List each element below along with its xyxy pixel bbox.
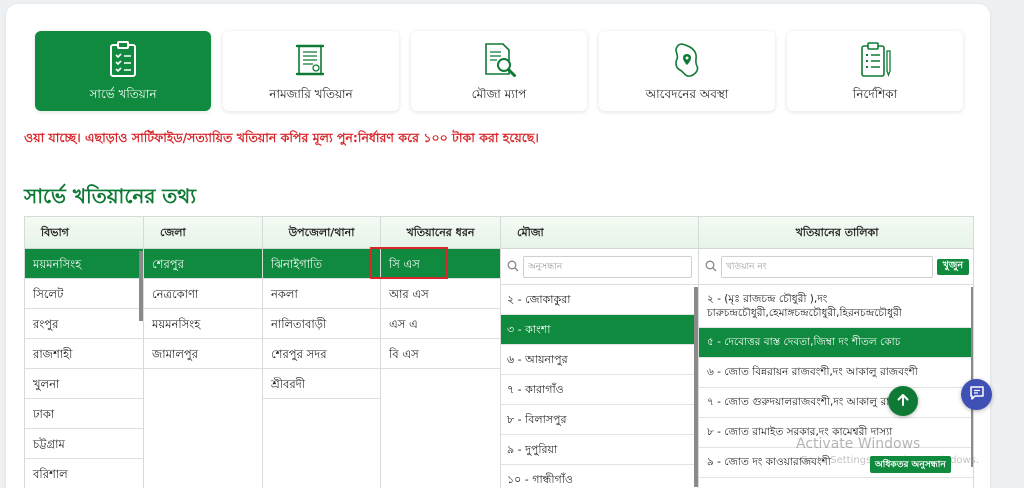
mouza-header: মৌজা bbox=[501, 217, 698, 249]
windows-activation-watermark: Activate Windows bbox=[796, 436, 921, 452]
khatian-type-header: খতিয়ানের ধরন bbox=[381, 217, 500, 249]
notice-marquee: ওয়া যাচ্ছে। এছাড়াও সার্টিফাইড/সত্যায়ি… bbox=[24, 130, 539, 145]
khatian-search-box bbox=[721, 255, 933, 278]
division-item[interactable]: ময়মনসিংহ bbox=[25, 249, 143, 279]
khatian-search-bar: খুজুন bbox=[699, 249, 973, 285]
division-header: বিভাগ bbox=[25, 217, 143, 249]
upazila-item[interactable]: শ্রীবরদী bbox=[263, 369, 380, 399]
upazila-item[interactable]: নকলা bbox=[263, 279, 380, 309]
upazila-header: উপজেলা/থানা bbox=[263, 217, 380, 249]
tab-survey-khatian[interactable]: সার্ভে খতিয়ান bbox=[35, 31, 211, 111]
khatian-type-item[interactable]: আর এস bbox=[381, 279, 500, 309]
mouza-item[interactable]: ৩ - কাংশা bbox=[501, 315, 698, 345]
division-item[interactable]: বরিশাল bbox=[25, 459, 143, 488]
chat-button[interactable] bbox=[961, 379, 992, 410]
upazila-item[interactable]: শেরপুর সদর bbox=[263, 339, 380, 369]
advanced-search-button[interactable]: অধিকতর অনুসন্ধান bbox=[870, 456, 951, 473]
section-title: সার্ভে খতিয়ানের তথ্য bbox=[24, 184, 197, 208]
khatian-type-item[interactable]: এস এ bbox=[381, 309, 500, 339]
division-item[interactable]: সিলেট bbox=[25, 279, 143, 309]
district-column: জেলা শেরপুর নেত্রকোণা ময়মনসিংহ জামালপুর bbox=[144, 217, 263, 488]
mouza-item[interactable]: ৬ - আয়নাপুর bbox=[501, 345, 698, 375]
khatian-search-button[interactable]: খুজুন bbox=[936, 258, 969, 275]
arrow-up-icon bbox=[896, 392, 910, 411]
tab-mouza-map[interactable]: মৌজা ম্যাপ bbox=[411, 31, 587, 111]
mouza-search-box bbox=[523, 255, 692, 278]
mouza-scrollbar[interactable] bbox=[694, 287, 698, 487]
selection-highlight-box bbox=[370, 247, 448, 279]
tab-application-status[interactable]: আবেদনের অবস্থা bbox=[599, 31, 775, 111]
khatian-item[interactable]: ৭ - জোত গুরুদয়ালরাজবংশী,দং আকালু রাজবংশ… bbox=[699, 388, 973, 418]
khatian-item[interactable]: ৬ - জোত বিন্নরায়ন রাজবংশী,দং আকালু রাজব… bbox=[699, 358, 973, 388]
search-icon bbox=[507, 257, 519, 276]
upazila-item[interactable]: নালিতাবাড়ী bbox=[263, 309, 380, 339]
district-item[interactable]: জামালপুর bbox=[144, 339, 262, 369]
tab-label: মৌজা ম্যাপ bbox=[471, 87, 527, 101]
mouza-column: মৌজা ২ - জোকাকুরা ৩ - কাংশা ৬ - আয়নাপুর… bbox=[501, 217, 699, 488]
scroll-to-top-button[interactable] bbox=[888, 386, 918, 416]
district-item[interactable]: শেরপুর bbox=[144, 249, 262, 279]
khatian-item-line: চারুচন্দ্রচৌধুরী,হেমাঙ্গচন্দ্রচৌধুরী,হির… bbox=[707, 307, 902, 319]
mouza-item[interactable]: ১০ - গান্ধীগাঁও bbox=[501, 465, 698, 488]
khatian-item-line: ২ - (মৃঃ রাজচন্দ্র চৌধুরী ),দং bbox=[707, 293, 828, 305]
khatian-scrollbar[interactable] bbox=[971, 287, 973, 467]
tab-label: নির্দেশিকা bbox=[852, 87, 898, 101]
district-item[interactable]: নেত্রকোণা bbox=[144, 279, 262, 309]
clipboard-list-icon bbox=[855, 40, 895, 80]
division-column: বিভাগ ময়মনসিংহ সিলেট রংপুর রাজশাহী খুলন… bbox=[25, 217, 144, 488]
division-item[interactable]: খুলনা bbox=[25, 369, 143, 399]
scroll-doc-icon bbox=[291, 40, 331, 80]
mouza-item[interactable]: ৮ - বিলাসপুর bbox=[501, 405, 698, 435]
tab-mutation-khatian[interactable]: নামজারি খতিয়ান bbox=[223, 31, 399, 111]
khatian-number-input[interactable] bbox=[726, 261, 932, 272]
division-item[interactable]: চট্টগ্রাম bbox=[25, 429, 143, 459]
division-scrollbar[interactable] bbox=[139, 251, 143, 321]
khatian-list-header: খতিয়ানের তালিকা bbox=[699, 217, 973, 249]
khatian-item[interactable]: ২ - (মৃঃ রাজচন্দ্র চৌধুরী ),দং চারুচন্দ্… bbox=[699, 285, 973, 328]
upazila-item[interactable]: ঝিনাইগাতি bbox=[263, 249, 380, 279]
tab-guideline[interactable]: নির্দেশিকা bbox=[787, 31, 963, 111]
service-tabs: সার্ভে খতিয়ান নামজারি খতিয়ান মৌজা ম্যা… bbox=[35, 31, 963, 111]
mouza-search-input[interactable] bbox=[528, 261, 691, 272]
tab-label: সার্ভে খতিয়ান bbox=[89, 87, 157, 101]
location-map-icon bbox=[667, 40, 707, 80]
mouza-item[interactable]: ২ - জোকাকুরা bbox=[501, 285, 698, 315]
chat-icon bbox=[969, 385, 985, 405]
district-item[interactable]: ময়মনসিংহ bbox=[144, 309, 262, 339]
division-item[interactable]: রংপুর bbox=[25, 309, 143, 339]
khatian-type-item[interactable]: বি এস bbox=[381, 339, 500, 369]
district-header: জেলা bbox=[144, 217, 262, 249]
mouza-search-bar bbox=[501, 249, 698, 285]
map-search-icon bbox=[479, 40, 519, 80]
search-icon bbox=[705, 257, 717, 276]
upazila-column: উপজেলা/থানা ঝিনাইগাতি নকলা নালিতাবাড়ী শ… bbox=[263, 217, 381, 488]
khatian-item[interactable]: ৫ - দেবোত্তর বাস্ত দেবতা,জিম্বা দং শীতল … bbox=[699, 328, 973, 358]
division-item[interactable]: রাজশাহী bbox=[25, 339, 143, 369]
tab-label: নামজারি খতিয়ান bbox=[269, 87, 353, 101]
division-item[interactable]: ঢাকা bbox=[25, 399, 143, 429]
tab-label: আবেদনের অবস্থা bbox=[645, 87, 729, 101]
survey-doc-icon bbox=[103, 40, 143, 80]
mouza-item[interactable]: ৯ - দুপুরিয়া bbox=[501, 435, 698, 465]
mouza-item[interactable]: ৭ - কারাগাঁও bbox=[501, 375, 698, 405]
